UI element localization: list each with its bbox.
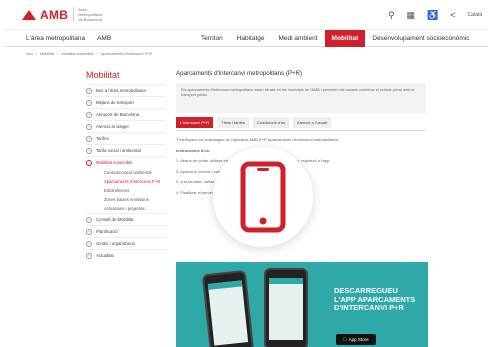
nav-item-territori[interactable]: Territori [194, 30, 230, 47]
sidebar-item[interactable]: + Tarifa social i ambiental [86, 144, 166, 156]
sidebar-item[interactable]: + Planificació [86, 225, 166, 237]
top-bar: AMB Àrea Metropolitana de Barcelona ⚲ ▦ … [4, 0, 488, 30]
sidebar-item-mobilitat-sostenible[interactable]: – Mobilitat sostenible [86, 156, 166, 168]
sidebar-item[interactable]: + Tarifes [86, 132, 166, 144]
mobile-device-overlay [213, 147, 313, 247]
sidebar-subitem[interactable]: Zones baixes emissions [86, 195, 166, 204]
sidebar-item[interactable]: + Atenció al viatger [86, 120, 166, 132]
page-title: Aparcaments d'intercanvi metropolitans (… [176, 70, 303, 77]
plus-icon: + [86, 99, 92, 106]
breadcrumb-home[interactable]: Inici [26, 52, 33, 56]
sidebar-title: Mobilitat [86, 70, 120, 80]
sidebar-item-label: Consell de Mobilitat [96, 216, 134, 222]
content-tabs: L'intercanvi P+R Títols i tarifes Condic… [176, 117, 426, 131]
top-icons: ⚲ ▦ ♿ < Català [388, 0, 488, 30]
sidebar-item-label: Tarifes [96, 135, 109, 141]
nav-area-metropolitana[interactable]: L'àrea metropolitana [26, 35, 85, 42]
plus-icon: + [86, 111, 92, 118]
sidebar-item[interactable]: + Aeroport de Barcelona [86, 108, 166, 120]
breadcrumb-mobilitat-sostenible[interactable]: Mobilitat sostenible [61, 52, 93, 56]
search-icon[interactable]: ⚲ [388, 10, 395, 21]
plus-icon: + [86, 216, 92, 223]
tab-atencio[interactable]: Atenció a l'usuari [293, 117, 332, 128]
nav-item-medi-ambient[interactable]: Medi ambient [272, 30, 325, 47]
sidebar-item-label: Gestió i organització [96, 240, 135, 246]
apple-icon:  [343, 337, 346, 342]
accessibility-icon[interactable]: ♿ [427, 10, 438, 21]
nav-item-mobilitat[interactable]: Mobilitat [324, 30, 366, 47]
sidebar-item[interactable]: + Consell de Mobilitat [86, 213, 166, 225]
sidebar-item-label: Tarifa social i ambiental [96, 147, 141, 153]
sidebar-item-label: Actualitat [96, 252, 114, 258]
sidebar-item-label: Aeroport de Barcelona [96, 111, 139, 117]
sidebar-item-label: Mobilitat sostenible [96, 159, 133, 165]
breadcrumb-separator-icon: › [35, 52, 38, 56]
language-select[interactable]: Català [468, 12, 482, 18]
plus-icon: + [86, 123, 92, 130]
paragraph-heading: Instruccions d'ús: [176, 147, 211, 153]
sidebar-item[interactable]: + Mitjans de transport [86, 96, 166, 108]
smartphone-icon [240, 161, 286, 233]
sidebar-item[interactable]: + Gestió i organització [86, 237, 166, 249]
nav-items: Territori Habitatge Medi ambient Mobilit… [194, 30, 476, 47]
app-store-label: App Store [346, 337, 369, 342]
plus-icon: + [86, 228, 92, 235]
paragraph: T'expliquem els avantatges de l'aplicaci… [176, 137, 339, 142]
sidebar-item[interactable]: + Actualitat [86, 249, 166, 261]
breadcrumb-separator-icon: › [96, 52, 98, 56]
sidebar-item[interactable]: + Bus a l'àrea metropolitana [86, 84, 166, 96]
breadcrumb-current: Aparcaments d'intercanvi P+R [101, 52, 153, 56]
logo-text[interactable]: AMB [40, 8, 68, 22]
sidebar-item-label: Planificació [96, 228, 118, 234]
tab-intercanvi[interactable]: L'intercanvi P+R [176, 117, 214, 128]
nav-item-desenvolupament[interactable]: Desenvolupament socioeconòmic [365, 30, 476, 47]
share-icon[interactable]: < [450, 10, 455, 20]
nav-amb[interactable]: AMB [97, 35, 111, 42]
sidebar-subitem[interactable]: Electrolineres [86, 186, 166, 195]
phone-image [201, 269, 255, 347]
plus-icon: + [86, 135, 92, 142]
sidebar: Mobilitat + Bus a l'àrea metropolitana + M… [86, 70, 166, 261]
intro-box: Els aparcaments d'intercanvi metropolita… [176, 83, 426, 113]
plus-icon: + [86, 147, 92, 154]
amb-logo-icon[interactable] [22, 9, 36, 20]
sidebar-item-label: Atenció al viatger [96, 123, 129, 129]
sidebar-item-label: Mitjans de transport [96, 99, 134, 105]
sidebar-subitem[interactable]: Actuacions i projectes [86, 204, 166, 213]
list-item: 1. Abans de poder utilitzar els aparcame… [176, 158, 331, 163]
plus-icon: + [86, 252, 92, 259]
tab-titols-tarifes[interactable]: Títols i tarifes [217, 117, 249, 128]
browser-frame: AMB Àrea Metropolitana de Barcelona ⚲ ▦ … [4, 0, 488, 347]
phone-image [264, 268, 308, 347]
breadcrumb-separator-icon: › [57, 52, 59, 56]
minus-icon: – [86, 159, 92, 166]
breadcrumb-mobilitat[interactable]: Mobilitat [40, 52, 54, 56]
plus-icon: + [86, 240, 92, 247]
breadcrumb: Inici › Mobilitat › Mobilitat sostenible… [26, 52, 152, 56]
tab-condicions[interactable]: Condicions d'ús [252, 117, 290, 128]
grid-icon[interactable]: ▦ [407, 10, 416, 21]
banner-headline: Descarregueu l'app Aparcaments d'interca… [334, 286, 415, 313]
logo-subtitle: Àrea Metropolitana de Barcelona [73, 7, 107, 22]
main-nav: L'àrea metropolitana AMB Territori Habit… [4, 30, 488, 47]
nav-item-habitatge[interactable]: Habitatge [230, 30, 272, 47]
sidebar-item-label: Bus a l'àrea metropolitana [96, 87, 146, 93]
plus-icon: + [86, 87, 92, 94]
app-store-button[interactable]:  App Store [336, 334, 376, 345]
app-promo-banner[interactable]: Descarregueu l'app Aparcaments d'interca… [176, 262, 428, 347]
sidebar-subitem[interactable]: Conscienciació ambiental [86, 168, 166, 177]
banner-line: d'intercanvi P+R [334, 303, 404, 312]
sidebar-subitem-active[interactable]: Aparcaments d'intercanvi P+R [86, 177, 166, 186]
